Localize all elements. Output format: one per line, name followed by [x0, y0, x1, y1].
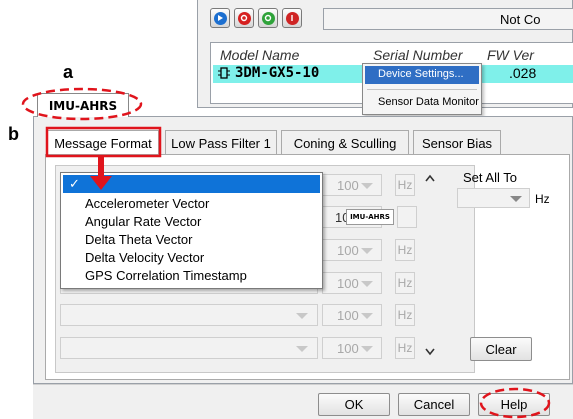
- callout-box-b: [45, 126, 162, 158]
- callout-circle-c: [479, 387, 551, 419]
- callout-arrow-head: [90, 176, 112, 190]
- annotation-overlay: [21, 87, 551, 419]
- callout-circle-a: [21, 87, 143, 121]
